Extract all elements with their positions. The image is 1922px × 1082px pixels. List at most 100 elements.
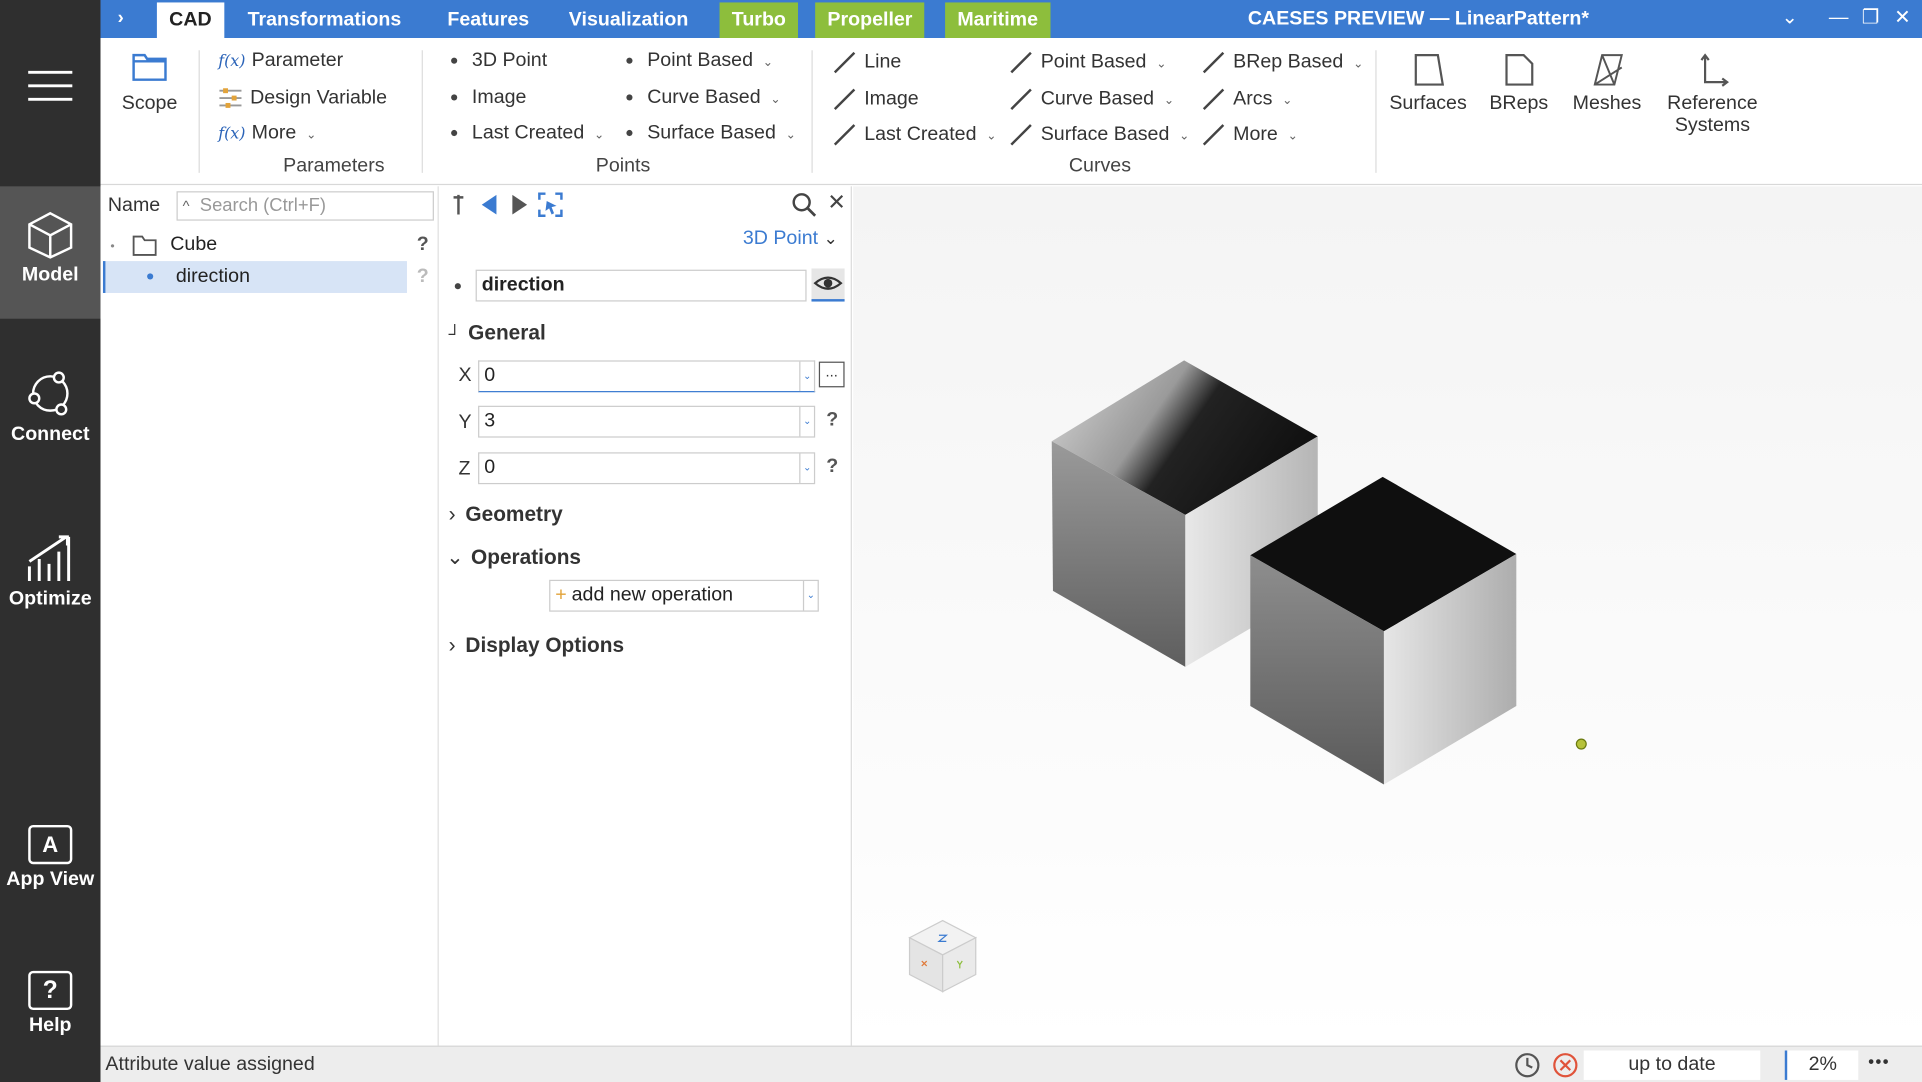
point-based-curve-button[interactable]: Point Based ⌄ bbox=[1009, 50, 1167, 75]
point-last-created-button[interactable]: Last Created ⌄ bbox=[451, 123, 604, 145]
meshes-button[interactable]: Meshes bbox=[1567, 53, 1648, 116]
nav-help[interactable]: ? Help bbox=[0, 970, 101, 1057]
nav-optimize[interactable]: Optimize bbox=[0, 530, 101, 628]
geometry-section-header[interactable]: › Geometry bbox=[449, 503, 563, 528]
z-input[interactable]: 0 ⌄ bbox=[478, 452, 816, 485]
optimize-icon bbox=[27, 535, 71, 582]
cube-icon bbox=[28, 211, 73, 259]
arcs-button[interactable]: Arcs ⌄ bbox=[1201, 87, 1292, 112]
close-panel-icon[interactable]: ✕ bbox=[827, 190, 846, 216]
tree-item-help-icon[interactable]: ? bbox=[417, 234, 429, 256]
point-image-button[interactable]: Image bbox=[451, 87, 526, 109]
close-button[interactable]: ✕ bbox=[1888, 0, 1917, 38]
visibility-toggle[interactable] bbox=[811, 268, 845, 302]
3d-viewport[interactable] bbox=[853, 186, 1922, 1046]
expand-panel-button[interactable]: › bbox=[105, 0, 136, 36]
general-section-header[interactable]: ┘ General bbox=[449, 321, 546, 346]
chevron-down-icon: ⌄ bbox=[1179, 130, 1190, 144]
line-button[interactable]: Line bbox=[832, 50, 901, 75]
back-arrow-icon[interactable] bbox=[479, 192, 499, 217]
parameter-button[interactable]: f(x) Parameter bbox=[218, 50, 343, 72]
tree-item-direction[interactable]: direction bbox=[102, 261, 407, 293]
tab-propeller[interactable]: Propeller bbox=[815, 2, 925, 38]
x-more-button[interactable]: ... bbox=[818, 361, 845, 388]
nav-connect[interactable]: Connect bbox=[0, 368, 101, 466]
curve-based-point-button[interactable]: Curve Based ⌄ bbox=[626, 87, 781, 109]
point-icon bbox=[626, 130, 633, 137]
add-operation-dropdown[interactable]: + add new operation ⌄ bbox=[549, 579, 819, 612]
tree-header-name: Name bbox=[107, 194, 161, 216]
point-icon bbox=[147, 273, 154, 280]
object-name-input[interactable]: direction bbox=[475, 269, 807, 302]
tab-visualization[interactable]: Visualization bbox=[557, 2, 701, 38]
tree-item-cube[interactable]: • Cube bbox=[105, 229, 436, 261]
point-image-label: Image bbox=[471, 87, 527, 108]
brep-based-curve-button[interactable]: BRep Based ⌄ bbox=[1201, 50, 1363, 75]
more-options-button[interactable]: ••• bbox=[1868, 1052, 1890, 1072]
more-curves-button[interactable]: More ⌄ bbox=[1201, 123, 1298, 148]
object-type-dropdown[interactable]: 3D Point ⌄ bbox=[743, 228, 838, 250]
display-options-section-header[interactable]: › Display Options bbox=[449, 634, 624, 659]
curve-based-curve-button[interactable]: Curve Based ⌄ bbox=[1009, 87, 1174, 112]
tab-features[interactable]: Features bbox=[435, 2, 541, 38]
nav-model[interactable]: Model bbox=[0, 186, 101, 319]
surfaces-button[interactable]: Surfaces bbox=[1385, 53, 1471, 116]
z-dropdown[interactable]: ⌄ bbox=[799, 453, 814, 483]
tree-item-label: Cube bbox=[170, 234, 218, 255]
3d-point-button[interactable]: 3D Point bbox=[451, 50, 547, 72]
object-tree-panel: Name bbox=[100, 186, 439, 1046]
cancel-update-icon[interactable] bbox=[1551, 1051, 1580, 1080]
pin-icon[interactable] bbox=[451, 192, 466, 217]
restore-button[interactable]: ❐ bbox=[1856, 0, 1885, 38]
surface-based-point-button[interactable]: Surface Based ⌄ bbox=[626, 123, 796, 145]
breps-button[interactable]: BReps bbox=[1481, 53, 1557, 116]
chevron-down-icon: ⌄ bbox=[1353, 57, 1364, 72]
line-icon bbox=[1202, 124, 1225, 146]
scope-button[interactable]: Scope bbox=[115, 50, 184, 115]
left-navigation: Model Connect Optimize A App View ? Help bbox=[0, 0, 101, 1082]
history-icon[interactable] bbox=[1513, 1051, 1542, 1080]
tree-item-help-icon[interactable]: ? bbox=[417, 266, 429, 288]
line-icon bbox=[1010, 51, 1032, 74]
select-in-tree-icon[interactable] bbox=[537, 191, 564, 218]
more-parameters-button[interactable]: f(x) More ⌄ bbox=[218, 123, 316, 145]
sliders-icon bbox=[219, 88, 242, 108]
chevron-down-icon: ⌄ bbox=[823, 227, 838, 248]
nav-app-view-label: App View bbox=[6, 869, 95, 890]
tree-search-input[interactable]: ^ Search (Ctrl+F) bbox=[176, 191, 434, 221]
y-dropdown[interactable]: ⌄ bbox=[799, 406, 814, 437]
surface-based-curve-button[interactable]: Surface Based ⌄ bbox=[1009, 123, 1190, 148]
y-help-icon[interactable]: ? bbox=[826, 409, 838, 431]
design-variable-button[interactable]: Design Variable bbox=[218, 87, 387, 109]
y-input[interactable]: 3 ⌄ bbox=[478, 405, 816, 438]
z-help-icon[interactable]: ? bbox=[826, 456, 838, 478]
x-dropdown[interactable]: ⌄ bbox=[799, 361, 814, 392]
view-cube-icon[interactable] bbox=[908, 919, 978, 993]
curve-image-button[interactable]: Image bbox=[832, 87, 919, 112]
direction-point-marker[interactable] bbox=[1575, 738, 1587, 750]
nav-app-view[interactable]: A App View bbox=[0, 824, 101, 911]
point-icon bbox=[451, 94, 458, 101]
tab-transformations[interactable]: Transformations bbox=[235, 2, 413, 38]
reference-systems-button[interactable]: Reference Systems bbox=[1660, 53, 1765, 138]
tab-turbo[interactable]: Turbo bbox=[719, 2, 799, 38]
minimize-button[interactable]: — bbox=[1824, 0, 1853, 38]
operations-section-header[interactable]: ⌄ Operations bbox=[446, 545, 581, 570]
progress-indicator: 2% bbox=[1784, 1050, 1859, 1080]
point-based-point-button[interactable]: Point Based ⌄ bbox=[626, 50, 773, 72]
line-icon bbox=[1202, 88, 1225, 110]
x-input[interactable]: 0 ⌄ bbox=[478, 360, 816, 393]
add-operation-label: add new operation bbox=[571, 584, 734, 606]
surface-icon bbox=[1414, 54, 1445, 86]
tree-item-label: direction bbox=[175, 265, 250, 287]
window-menu-dropdown[interactable]: ⌄ bbox=[1775, 0, 1804, 38]
curve-last-created-button[interactable]: Last Created ⌄ bbox=[832, 123, 997, 148]
brep-based-label: BRep Based bbox=[1233, 51, 1344, 73]
curve-last-created-label: Last Created bbox=[864, 124, 977, 145]
hamburger-menu-button[interactable] bbox=[0, 67, 101, 118]
tab-maritime[interactable]: Maritime bbox=[945, 2, 1051, 38]
tab-cad[interactable]: CAD bbox=[156, 2, 224, 38]
forward-arrow-icon[interactable] bbox=[510, 192, 530, 217]
search-icon[interactable] bbox=[791, 191, 818, 218]
object-type-label: 3D Point bbox=[742, 227, 819, 249]
